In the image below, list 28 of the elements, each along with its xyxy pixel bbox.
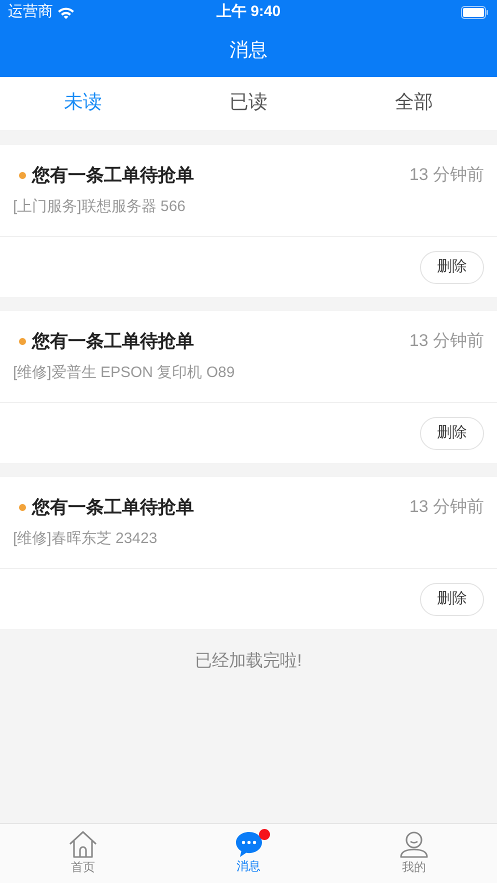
filter-tab[interactable]: 全部 xyxy=(395,89,434,118)
message-time: 13 分钟前 xyxy=(409,496,484,518)
end-of-list-note: 已经加载完啦! xyxy=(195,650,302,672)
delete-button[interactable]: 删除 xyxy=(420,582,484,616)
battery-icon xyxy=(461,6,490,19)
message-card[interactable]: 您有一条工单待抢单 13 分钟前 [上门服务]联想服务器 566 删除 xyxy=(0,145,497,297)
message-card[interactable]: 您有一条工单待抢单 13 分钟前 [维修]春晖东芝 23423 删除 xyxy=(0,477,497,629)
tab-bar-item[interactable]: 我的 xyxy=(331,824,497,883)
tab-bar-item[interactable]: 消息 xyxy=(166,824,332,883)
filter-tab[interactable]: 已读 xyxy=(230,89,268,118)
message-detail: [维修]爱普生 EPSON 复印机 O89 xyxy=(13,364,235,381)
message-title: 您有一条工单待抢单 xyxy=(32,164,194,186)
chat-bubble-icon xyxy=(234,831,262,858)
house-icon xyxy=(68,831,98,859)
carrier-name: 运营商 xyxy=(8,2,53,22)
message-detail: [上门服务]联想服务器 566 xyxy=(13,198,186,215)
page-title: 消息 xyxy=(230,38,268,63)
message-title: 您有一条工单待抢单 xyxy=(32,496,194,518)
status-time: 上午 9:40 xyxy=(216,2,281,22)
wifi-icon xyxy=(57,6,75,19)
message-time: 13 分钟前 xyxy=(409,330,484,352)
message-title: 您有一条工单待抢单 xyxy=(32,330,194,352)
message-detail: [维修]春晖东芝 23423 xyxy=(13,530,158,547)
delete-button[interactable]: 删除 xyxy=(420,250,484,284)
message-card[interactable]: 您有一条工单待抢单 13 分钟前 [维修]爱普生 EPSON 复印机 O89 删除 xyxy=(0,311,497,463)
delete-button[interactable]: 删除 xyxy=(420,416,484,450)
message-time: 13 分钟前 xyxy=(409,164,484,186)
person-icon xyxy=(399,831,430,859)
